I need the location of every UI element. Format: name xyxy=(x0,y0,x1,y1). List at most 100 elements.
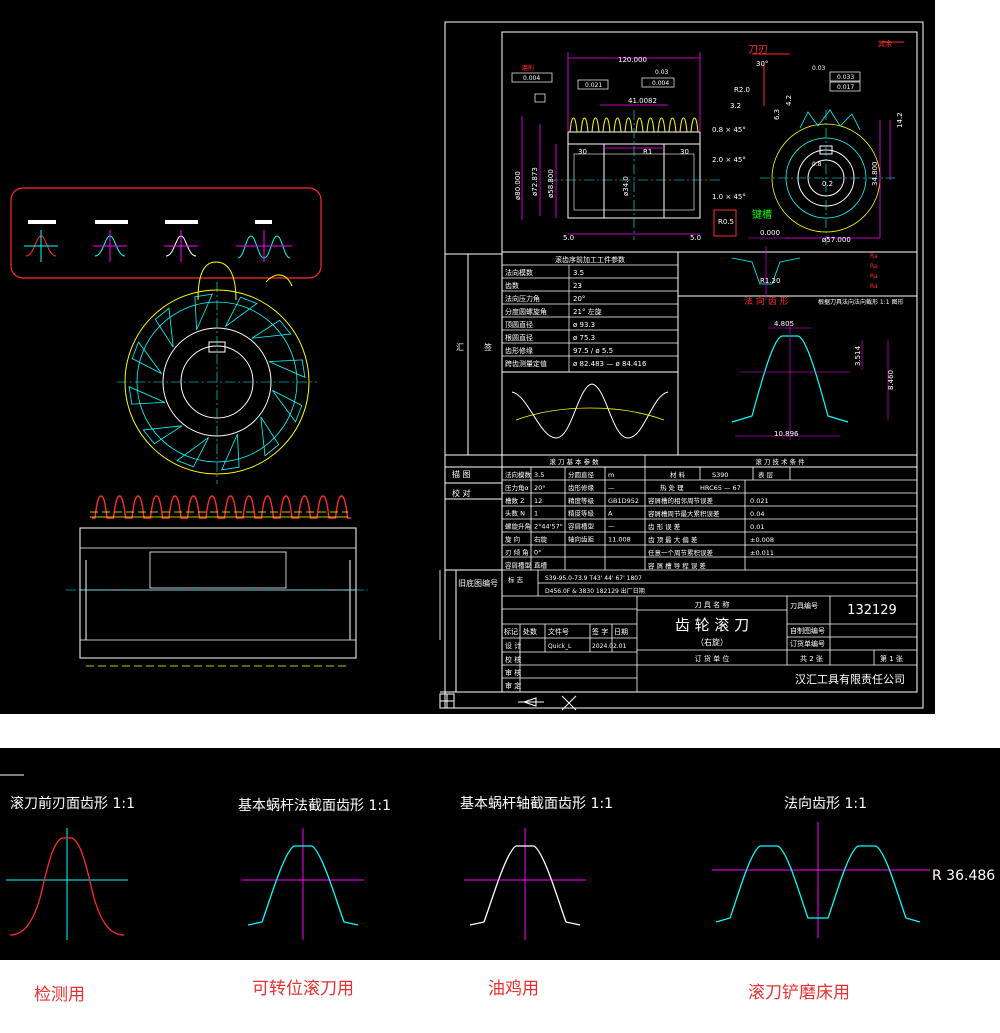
label-keyway: 键槽 xyxy=(752,208,772,221)
basic-row-value2: — xyxy=(608,484,615,492)
tech-row-label: 容 屑 槽 导 程 误 差 xyxy=(648,561,706,570)
dim-angle-30: 30° xyxy=(756,60,768,68)
basic-row-label: 刃 倾 角 xyxy=(505,547,529,556)
params-row-value: ø 82.483 — ø 84.416 xyxy=(573,360,647,368)
basic-row-value2: GB1D952 xyxy=(608,497,639,505)
profile-depth: 8.460 xyxy=(887,370,895,390)
params-row-label: 根圆直径 xyxy=(505,333,533,342)
tech-row-label: 容屑槽周节最大累积误差 xyxy=(648,509,720,518)
basic-row-label: 法向模数 xyxy=(505,470,532,479)
label-ra-2: Ra xyxy=(870,263,878,270)
basic-row-label2: 齿形修缘 xyxy=(568,483,595,492)
dim-chamfer-mid: 2.0 × 45° xyxy=(712,156,746,164)
company-name: 汉汇工具有限责任公司 xyxy=(795,672,905,686)
tech-material-label: 材 料 xyxy=(670,470,686,479)
label-ra-1: Ra xyxy=(870,253,878,260)
tech-row-label: 齿 形 误 差 xyxy=(648,522,681,531)
marking-label: 标 志 xyxy=(508,575,524,584)
rev-header: 文件号 xyxy=(548,627,569,636)
tol-6: 0.017 xyxy=(837,84,854,91)
dim-30-right: 30 xyxy=(680,148,689,156)
drawing-no-label: 自制图编号 xyxy=(790,626,825,635)
basic-row-value: 1 xyxy=(534,510,538,518)
tech-material: S390 xyxy=(712,471,729,479)
basic-row-label: 压力角α xyxy=(505,483,529,492)
tol-4: 0.03 xyxy=(655,69,669,76)
params-row-value: 21° 左旋 xyxy=(573,307,602,316)
profile-r-small: R1.20 xyxy=(760,277,780,285)
rev-header: 日期 xyxy=(614,628,628,636)
rev-header: 标记 xyxy=(504,627,518,636)
strip-hui: 汇 xyxy=(456,343,464,352)
basic-row-value: 2°44'57" xyxy=(534,523,563,531)
tol-1: 0.004 xyxy=(523,75,540,82)
dim-5-right: 5.0 xyxy=(690,234,701,242)
caption-grinder: 滚刀铲磨床用 xyxy=(748,983,850,1003)
tool-no: 132129 xyxy=(847,603,897,618)
label-ra-4: Ra xyxy=(870,283,878,290)
basic-row-label2: 轴向齿距 xyxy=(568,535,595,544)
params-row-label: 法向模数 xyxy=(505,268,533,277)
label-trace: 描 图 xyxy=(452,469,471,479)
cad-canvas: 120.000 41.0082 0.8 × 45° 2.0 × 45° 1.0 … xyxy=(0,0,1000,960)
basic-row-value2: 11.008 xyxy=(608,536,631,544)
dim-r02: 0.2 xyxy=(822,180,833,188)
designer: Quick_L xyxy=(548,643,572,650)
dim-r1: R1 xyxy=(643,148,652,156)
tool-no-label: 刀具编号 xyxy=(790,601,818,610)
params-table-title: 滚齿序前加工工件参数 xyxy=(555,255,625,264)
tech-heat: HRC65 — 67 xyxy=(700,484,741,492)
basic-row-label: 旋 向 xyxy=(505,535,520,544)
tool-sub: （右旋） xyxy=(696,637,728,647)
dim-d4-2: 4.2 xyxy=(785,95,793,106)
dim-d14-2: 14.2 xyxy=(896,112,904,128)
profile-height: 3.514 xyxy=(854,345,862,366)
dim-dia-root: ø58.800 xyxy=(547,169,555,198)
params-row-label: 齿形修缘 xyxy=(505,346,533,355)
label-corner-note: 其余 xyxy=(878,39,892,48)
dim-d6-3: 6.3 xyxy=(773,109,781,120)
profile-radius-label: R 36.486 xyxy=(932,868,995,884)
profile-title-rake: 滚刀前刃面齿形 1:1 xyxy=(10,795,135,812)
audit-label: 审 核 xyxy=(505,668,521,677)
basic-row-label2: 分圆直径 xyxy=(568,470,595,479)
dim-5-left: 5.0 xyxy=(563,234,574,242)
basic-row-value: 3.5 xyxy=(534,471,544,479)
order-unit-label: 订 货 单 位 xyxy=(695,654,730,663)
dim-tooth-radius: 0.000 xyxy=(760,229,780,237)
profiles-background xyxy=(0,748,1000,960)
check-label: 校 核 xyxy=(505,655,521,664)
tech-table-title: 滚 刀 技 术 条 件 xyxy=(755,457,805,466)
marking-line2: D456.0F & 3830 182129 出厂日期 xyxy=(545,587,645,595)
dim-dia-outer: ø80.000 xyxy=(514,171,522,200)
label-old-no: 旧底图编号 xyxy=(458,578,498,588)
params-row-label: 法向压力角 xyxy=(505,294,540,303)
rev-header: 签 字 xyxy=(592,627,608,636)
dim-chamfer-top: 0.8 × 45° xyxy=(712,126,746,134)
tech-row-value: 0.01 xyxy=(750,523,764,531)
tech-row-value: 0.04 xyxy=(750,510,764,518)
dim-r2: R2.0 xyxy=(734,86,750,94)
basic-row-value: 0° xyxy=(534,548,541,556)
caption-oil: 油鸡用 xyxy=(488,979,539,999)
tech-row-value: 0.021 xyxy=(750,497,769,505)
params-row-value: 97.5 / ø 5.5 xyxy=(573,347,613,355)
caption-indexable: 可转位滚刀用 xyxy=(252,979,354,999)
tech-heat-label: 热 处 理 xyxy=(660,483,684,492)
basic-row-label2: 精度等级 xyxy=(568,509,595,518)
dim-inner-length: 41.0082 xyxy=(628,97,657,105)
basic-row-label: 螺旋升角 xyxy=(505,522,531,531)
dim-overall-length: 120.000 xyxy=(618,56,647,64)
sheet-current: 第 1 张 xyxy=(880,654,903,663)
dim-d34-8: 34.800 xyxy=(871,162,879,187)
basic-row-value: 20° xyxy=(534,484,546,492)
profile-title-axial-section: 基本蜗杆轴截面齿形 1:1 xyxy=(460,795,613,812)
strip-qian: 签 xyxy=(484,342,492,352)
dim-d57: ø57.000 xyxy=(822,236,851,244)
dim-r05: R0.5 xyxy=(718,218,734,226)
label-proof: 校 对 xyxy=(452,488,471,498)
caption-inspection: 检测用 xyxy=(34,985,85,1005)
basic-row-value2: — xyxy=(608,523,615,531)
basic-row-value2: A xyxy=(608,510,613,518)
tech-row-label: 齿 顶 最 大 偏 差 xyxy=(648,535,698,544)
